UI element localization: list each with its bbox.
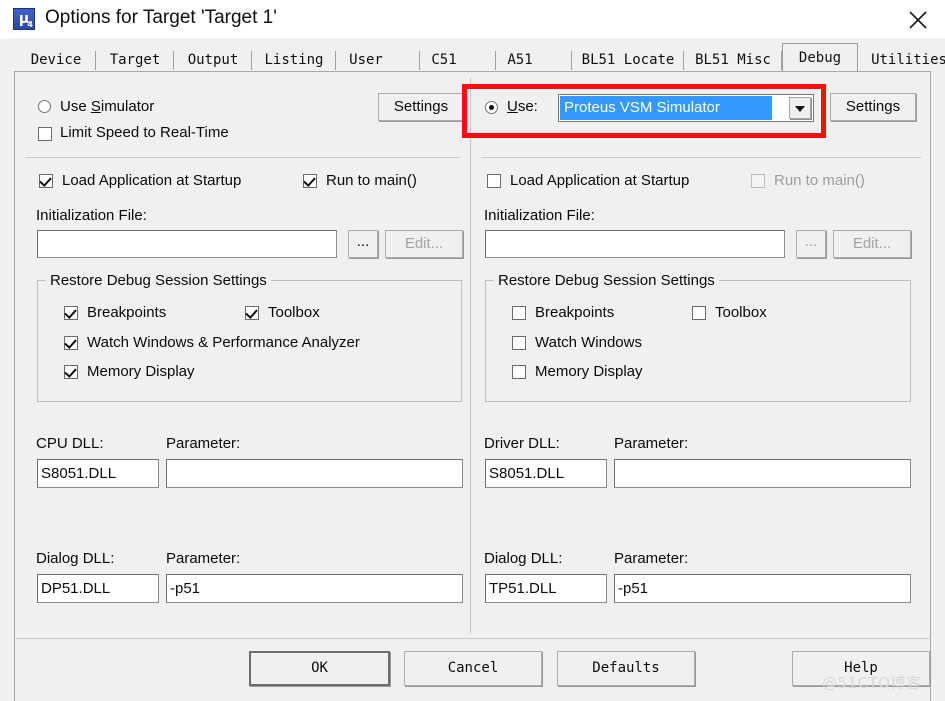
left-dialog-param-label: Parameter: — [166, 550, 241, 567]
tab-bl51-misc[interactable]: BL51 Misc — [684, 48, 782, 73]
right-watch-windows-label: Watch Windows — [535, 334, 642, 351]
tab-output[interactable]: Output — [174, 48, 252, 73]
limit-speed-checkbox[interactable] — [38, 127, 52, 141]
left-memory-display-checkbox[interactable] — [64, 365, 78, 379]
left-watch-windows-checkbox[interactable] — [64, 336, 78, 350]
left-toolbox-label: Toolbox — [268, 304, 320, 321]
right-toolbox-label: Toolbox — [715, 304, 767, 321]
right-breakpoints-checkbox[interactable] — [512, 306, 526, 320]
tab-debug[interactable]: Debug — [782, 43, 858, 73]
tab-label: BL51 Misc — [695, 52, 771, 68]
right-load-app-label: Load Application at Startup — [510, 172, 690, 189]
left-load-app-label: Load Application at Startup — [62, 172, 242, 189]
right-toolbox-checkbox[interactable] — [692, 306, 706, 320]
debug-driver-selected-value: Proteus VSM Simulator — [560, 96, 772, 120]
tab-label: Target — [109, 52, 161, 68]
tab-bl51-locate[interactable]: BL51 Locate — [572, 48, 684, 73]
defaults-button[interactable]: Defaults — [557, 651, 695, 686]
footer-rule — [16, 638, 929, 639]
right-run-to-main-label: Run to main() — [774, 172, 865, 189]
left-init-file-input[interactable] — [37, 230, 337, 258]
right-dialog-dll-label: Dialog DLL: — [484, 550, 563, 567]
left-restore-group-title: Restore Debug Session Settings — [46, 272, 271, 289]
chevron-down-icon[interactable] — [789, 97, 811, 119]
tab-target[interactable]: Target — [96, 48, 174, 73]
right-restore-group-title: Restore Debug Session Settings — [494, 272, 719, 289]
right-init-file-input[interactable] — [485, 230, 785, 258]
limit-speed-label: Limit Speed to Real-Time — [60, 124, 229, 141]
left-watch-windows-label: Watch Windows & Performance Analyzer — [87, 334, 360, 351]
cpu-param-label: Parameter: — [166, 435, 241, 452]
tab-label: C51 — [431, 52, 457, 68]
right-init-file-label: Initialization File: — [484, 207, 595, 224]
window-title: Options for Target 'Target 1' — [45, 7, 277, 28]
left-run-to-main-label: Run to main() — [326, 172, 417, 189]
use-driver-radio[interactable] — [485, 101, 498, 114]
left-run-to-main-checkbox[interactable] — [303, 174, 317, 188]
right-browse-button: ... — [796, 230, 826, 258]
options-dialog-window: μ4 Options for Target 'Target 1' Device … — [0, 0, 945, 701]
left-memory-display-label: Memory Display — [87, 363, 195, 380]
driver-dll-input[interactable]: S8051.DLL — [485, 459, 607, 488]
right-settings-button[interactable]: Settings — [830, 93, 916, 121]
right-memory-display-label: Memory Display — [535, 363, 643, 380]
left-browse-button[interactable]: ... — [348, 230, 378, 258]
ok-button[interactable]: OK — [249, 651, 390, 686]
right-memory-display-checkbox[interactable] — [512, 365, 526, 379]
tab-label: Output — [187, 52, 239, 68]
tab-strip: Device Target Output Listing User C51 A5… — [14, 38, 945, 105]
left-settings-button[interactable]: Settings — [378, 93, 464, 121]
tab-listing[interactable]: Listing — [252, 48, 336, 73]
panel-divider — [470, 78, 471, 633]
left-edit-button[interactable]: Edit... — [385, 230, 463, 258]
tab-user[interactable]: User — [336, 48, 420, 73]
right-section-rule — [481, 157, 921, 158]
uvision4-icon: μ4 — [13, 8, 35, 30]
left-dialog-dll-label: Dialog DLL: — [36, 550, 115, 567]
left-toolbox-checkbox[interactable] — [245, 306, 259, 320]
tab-c51[interactable]: C51 — [420, 48, 496, 73]
tab-device[interactable]: Device — [16, 48, 96, 73]
tab-label: BL51 Locate — [581, 52, 675, 68]
tab-utilities[interactable]: Utilities — [858, 48, 945, 73]
cpu-dll-label: CPU DLL: — [36, 435, 104, 452]
cancel-button[interactable]: Cancel — [404, 651, 542, 686]
left-section-rule — [25, 157, 460, 158]
right-watch-windows-checkbox[interactable] — [512, 336, 526, 350]
image-watermark: @51CTO博客 — [822, 674, 922, 692]
right-dialog-param-input[interactable]: -p51 — [614, 574, 911, 603]
left-breakpoints-label: Breakpoints — [87, 304, 167, 321]
tab-label: A51 — [507, 52, 533, 68]
driver-param-input[interactable] — [614, 459, 911, 488]
driver-param-label: Parameter: — [614, 435, 689, 452]
left-load-app-checkbox[interactable] — [39, 174, 53, 188]
debug-driver-combobox[interactable]: Proteus VSM Simulator — [558, 94, 814, 122]
tab-label: Device — [30, 52, 82, 68]
right-dialog-param-label: Parameter: — [614, 550, 689, 567]
use-simulator-radio[interactable] — [38, 100, 51, 113]
left-breakpoints-checkbox[interactable] — [64, 306, 78, 320]
right-edit-button: Edit... — [833, 230, 911, 258]
title-bar: μ4 Options for Target 'Target 1' — [0, 0, 945, 39]
right-run-to-main-checkbox — [751, 174, 765, 188]
cpu-param-input[interactable] — [166, 459, 463, 488]
tab-label: Listing — [264, 52, 324, 68]
right-load-app-checkbox[interactable] — [487, 174, 501, 188]
tab-label: User — [349, 52, 383, 68]
tab-label: Utilities — [871, 52, 945, 68]
tab-label: Debug — [798, 50, 842, 66]
tab-a51[interactable]: A51 — [496, 48, 572, 73]
left-init-file-label: Initialization File: — [36, 207, 147, 224]
right-breakpoints-label: Breakpoints — [535, 304, 615, 321]
close-icon[interactable] — [891, 0, 945, 37]
right-dialog-dll-input[interactable]: TP51.DLL — [485, 574, 607, 603]
left-dialog-dll-input[interactable]: DP51.DLL — [37, 574, 159, 603]
left-dialog-param-input[interactable]: -p51 — [166, 574, 463, 603]
cpu-dll-input[interactable]: S8051.DLL — [37, 459, 159, 488]
use-simulator-label: Use Simulator — [60, 98, 155, 115]
driver-dll-label: Driver DLL: — [484, 435, 560, 452]
use-driver-label: Use: — [507, 98, 538, 115]
